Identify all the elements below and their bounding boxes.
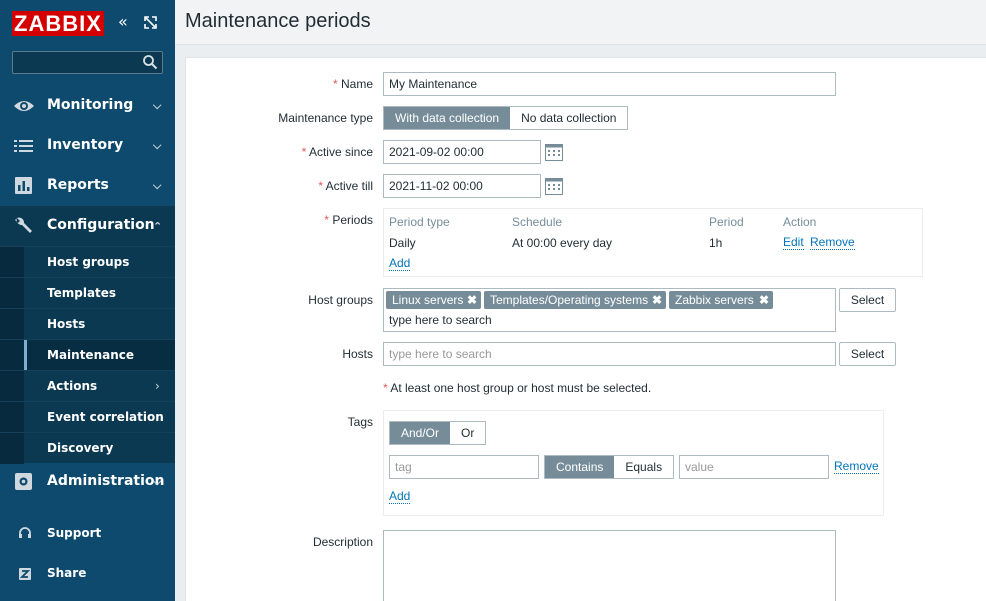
- equals-option[interactable]: Equals: [614, 456, 674, 478]
- kiosk-mode-icon[interactable]: [144, 16, 157, 29]
- menu-support-label: Support: [47, 526, 102, 540]
- sidebar-item-templates[interactable]: Templates: [0, 277, 175, 309]
- name-label: * Name: [332, 77, 373, 91]
- hosts-select-button[interactable]: Select: [839, 342, 896, 366]
- hosts-label: Hosts: [342, 347, 373, 361]
- sidebar: ZABBIX « Monitoring ⌵ Inventory ⌵ Report…: [0, 0, 175, 601]
- host-groups-select-button[interactable]: Select: [839, 288, 896, 312]
- sidebar-item-event-correlation[interactable]: Event correlation: [0, 401, 175, 433]
- menu-reports-label: Reports: [47, 177, 109, 193]
- host-group-chip: Linux servers ✖: [386, 291, 481, 309]
- add-period-link[interactable]: Add: [389, 257, 411, 271]
- tag-operator-toggle: Contains Equals: [544, 455, 675, 479]
- remove-chip-icon[interactable]: ✖: [652, 291, 662, 309]
- schedule-cell: At 00:00 every day: [512, 236, 613, 250]
- menu-support[interactable]: Support: [0, 519, 175, 549]
- edit-period-link[interactable]: Edit: [783, 236, 804, 250]
- column-header: Action: [783, 215, 817, 229]
- description-label: Description: [312, 535, 373, 549]
- menu-administration[interactable]: Administration ⌵: [0, 462, 175, 502]
- host-group-chip: Templates/Operating systems ✖: [484, 291, 666, 309]
- periods-label: * Periods: [324, 213, 373, 227]
- host-groups-label: Host groups: [308, 293, 373, 307]
- chevron-right-icon: ›: [155, 379, 160, 393]
- and-or-option[interactable]: And/Or: [390, 422, 451, 444]
- wrench-icon: [15, 217, 32, 233]
- sidebar-item-label: Maintenance: [47, 348, 135, 362]
- add-tag-link[interactable]: Add: [389, 490, 411, 504]
- tags-label: Tags: [347, 415, 373, 429]
- host-requirement-hint: * At least one host group or host must b…: [383, 381, 652, 395]
- maintenance-type-label: Maintenance type: [278, 111, 373, 125]
- chevron-down-icon: ⌵: [153, 179, 162, 192]
- sidebar-item-label: Discovery: [47, 441, 114, 455]
- chevron-up-icon: ⌃: [153, 220, 163, 233]
- list-icon: [14, 140, 33, 152]
- no-data-collection-option[interactable]: No data collection: [510, 107, 628, 129]
- menu-inventory-label: Inventory: [47, 137, 124, 153]
- period-type-cell: Daily: [389, 236, 416, 250]
- bar-chart-icon: [15, 177, 32, 194]
- menu-share[interactable]: Share: [0, 559, 175, 589]
- column-header: Schedule: [512, 215, 563, 229]
- gear-icon: [15, 473, 32, 490]
- calendar-icon[interactable]: [544, 142, 564, 162]
- remove-chip-icon[interactable]: ✖: [467, 291, 477, 309]
- sidebar-item-hosts[interactable]: Hosts: [0, 308, 175, 340]
- tags-evaluation-toggle: And/Or Or: [389, 421, 487, 445]
- or-option[interactable]: Or: [450, 422, 486, 444]
- chevron-down-icon: ⌵: [153, 475, 162, 488]
- chevron-down-icon: ⌵: [153, 99, 162, 112]
- period-cell: 1h: [709, 236, 723, 250]
- collapse-sidebar-icon[interactable]: «: [118, 14, 128, 30]
- menu-reports[interactable]: Reports ⌵: [0, 166, 175, 206]
- active-since-field[interactable]: 2021-09-02 00:00: [383, 140, 541, 164]
- active-till-label: * Active till: [318, 179, 373, 193]
- menu-administration-label: Administration: [47, 473, 165, 489]
- active-till-field[interactable]: 2021-11-02 00:00: [383, 174, 541, 198]
- host-group-chip: Zabbix servers ✖: [669, 291, 773, 309]
- sidebar-search-input[interactable]: [12, 51, 163, 74]
- headset-icon: [19, 527, 31, 538]
- column-header: Period: [709, 215, 744, 229]
- share-icon: [19, 568, 31, 580]
- column-header: Period type: [389, 215, 450, 229]
- maintenance-type-toggle: With data collection No data collection: [383, 106, 629, 130]
- search-icon[interactable]: [142, 54, 158, 70]
- description-textarea[interactable]: [383, 530, 836, 601]
- sidebar-item-discovery[interactable]: Discovery: [0, 432, 175, 464]
- menu-configuration[interactable]: Configuration ⌃: [0, 206, 175, 246]
- active-since-label: * Active since: [301, 145, 373, 159]
- tag-value-field[interactable]: value: [679, 455, 829, 479]
- sidebar-item-label: Templates: [47, 286, 117, 300]
- remove-period-link[interactable]: Remove: [810, 236, 855, 250]
- host-groups-search-placeholder[interactable]: type here to search: [389, 313, 492, 327]
- sidebar-item-actions[interactable]: Actions ›: [0, 370, 175, 402]
- name-field[interactable]: My Maintenance: [383, 72, 836, 96]
- hosts-search-field[interactable]: type here to search: [383, 342, 836, 366]
- calendar-icon[interactable]: [544, 176, 564, 196]
- zabbix-logo[interactable]: ZABBIX: [12, 11, 104, 36]
- sidebar-item-host-groups[interactable]: Host groups: [0, 246, 175, 278]
- eye-icon: [14, 101, 34, 111]
- menu-monitoring-label: Monitoring: [47, 97, 134, 113]
- sidebar-item-label: Event correlation: [47, 410, 164, 424]
- remove-chip-icon[interactable]: ✖: [759, 291, 769, 309]
- menu-monitoring[interactable]: Monitoring ⌵: [0, 86, 175, 126]
- sidebar-item-label: Actions: [47, 379, 98, 393]
- menu-inventory[interactable]: Inventory ⌵: [0, 126, 175, 166]
- menu-share-label: Share: [47, 566, 87, 580]
- page-header: Maintenance periods: [175, 0, 986, 45]
- remove-tag-link[interactable]: Remove: [834, 460, 879, 474]
- tag-name-field[interactable]: tag: [389, 455, 539, 479]
- with-data-collection-option[interactable]: With data collection: [384, 107, 511, 129]
- sidebar-item-maintenance[interactable]: Maintenance: [0, 339, 175, 371]
- chevron-down-icon: ⌵: [153, 139, 162, 152]
- sidebar-item-label: Hosts: [47, 317, 86, 331]
- page-title: Maintenance periods: [185, 10, 371, 32]
- contains-option[interactable]: Contains: [545, 456, 615, 478]
- sidebar-item-label: Host groups: [47, 255, 130, 269]
- menu-configuration-label: Configuration: [47, 217, 155, 233]
